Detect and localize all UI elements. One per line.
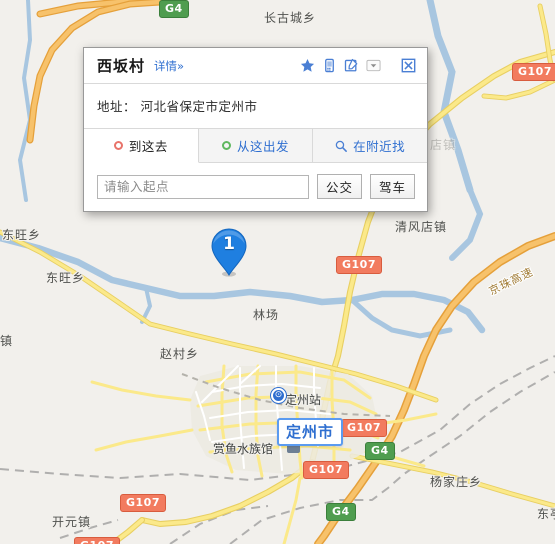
map-label: 东旺乡 xyxy=(2,228,42,242)
route-shield-g107: G107 xyxy=(336,256,382,274)
header-icon-group xyxy=(300,58,419,73)
place-title: 西坂村 xyxy=(97,57,146,75)
map-label: 开元镇 xyxy=(52,515,92,529)
star-icon[interactable] xyxy=(300,58,315,73)
transit-button[interactable]: 公交 xyxy=(316,174,362,199)
map-label: 镇 xyxy=(0,334,14,348)
route-shield-g107: G107 xyxy=(74,537,120,544)
tab-search-nearby[interactable]: 在附近找 xyxy=(313,129,428,162)
mobile-phone-icon[interactable] xyxy=(322,58,337,73)
map-label: 林场 xyxy=(253,308,280,322)
origin-input[interactable] xyxy=(97,174,309,199)
route-shield-g4: G4 xyxy=(365,442,395,460)
route-shield-g107: G107 xyxy=(120,494,166,512)
place-address: 地址： 河北省保定市定州市 xyxy=(84,84,427,129)
location-marker-pin[interactable]: 1 xyxy=(210,228,248,278)
green-circle-icon xyxy=(222,141,231,150)
tab-route-to-here-label: 到这去 xyxy=(128,139,168,154)
map-label: 杨家庄乡 xyxy=(430,475,483,489)
map-label: 赵村乡 xyxy=(160,347,200,361)
route-shield-g107: G107 xyxy=(341,419,387,437)
city-label-dingzhou[interactable]: 定州市 xyxy=(277,418,344,446)
map-label: 清风店镇 xyxy=(395,220,448,234)
route-shield-g107: G107 xyxy=(512,63,555,81)
map-label: 定州站 xyxy=(285,393,322,407)
tab-search-nearby-label: 在附近找 xyxy=(353,139,406,154)
info-window-tabs: 到这去 从这出发 在附近找 xyxy=(84,129,428,163)
pin-shape-icon xyxy=(211,228,247,277)
map-label: 店镇 xyxy=(430,138,457,152)
red-circle-icon xyxy=(113,141,123,150)
train-station-icon[interactable]: ⊙ xyxy=(271,388,286,403)
tab-route-from-here-label: 从这出发 xyxy=(237,139,290,154)
tab-route-from-here[interactable]: 从这出发 xyxy=(198,129,314,162)
map-label: 赏鱼水族馆 xyxy=(213,442,274,456)
chevron-down-icon[interactable] xyxy=(366,58,381,73)
map-label: 东亭 xyxy=(537,507,555,521)
route-shield-g107: G107 xyxy=(303,461,349,479)
route-shield-g4: G4 xyxy=(159,0,189,18)
close-icon[interactable] xyxy=(401,58,416,73)
detail-link[interactable]: 详情» xyxy=(154,58,184,74)
edit-pencil-icon[interactable] xyxy=(344,58,359,73)
map-label: 东旺乡 xyxy=(46,271,86,285)
route-shield-g4: G4 xyxy=(326,503,356,521)
search-icon xyxy=(335,140,348,152)
map-application: 长古城乡东旺乡东旺乡镇赵村乡林场清风店镇店镇杨家庄乡东亭开元镇赏鱼水族馆定州站京… xyxy=(0,0,555,544)
map-label: 长古城乡 xyxy=(264,11,317,25)
route-form: 公交 驾车 xyxy=(84,163,427,211)
place-info-window[interactable]: 西坂村 详情» 地址： 河北省保定市定州市 到这去 从这出发 在附近找 请输入起… xyxy=(83,47,428,212)
tab-route-to-here[interactable]: 到这去 xyxy=(84,129,199,163)
driving-button[interactable]: 驾车 xyxy=(369,174,415,199)
info-window-header: 西坂村 详情» xyxy=(84,48,427,84)
